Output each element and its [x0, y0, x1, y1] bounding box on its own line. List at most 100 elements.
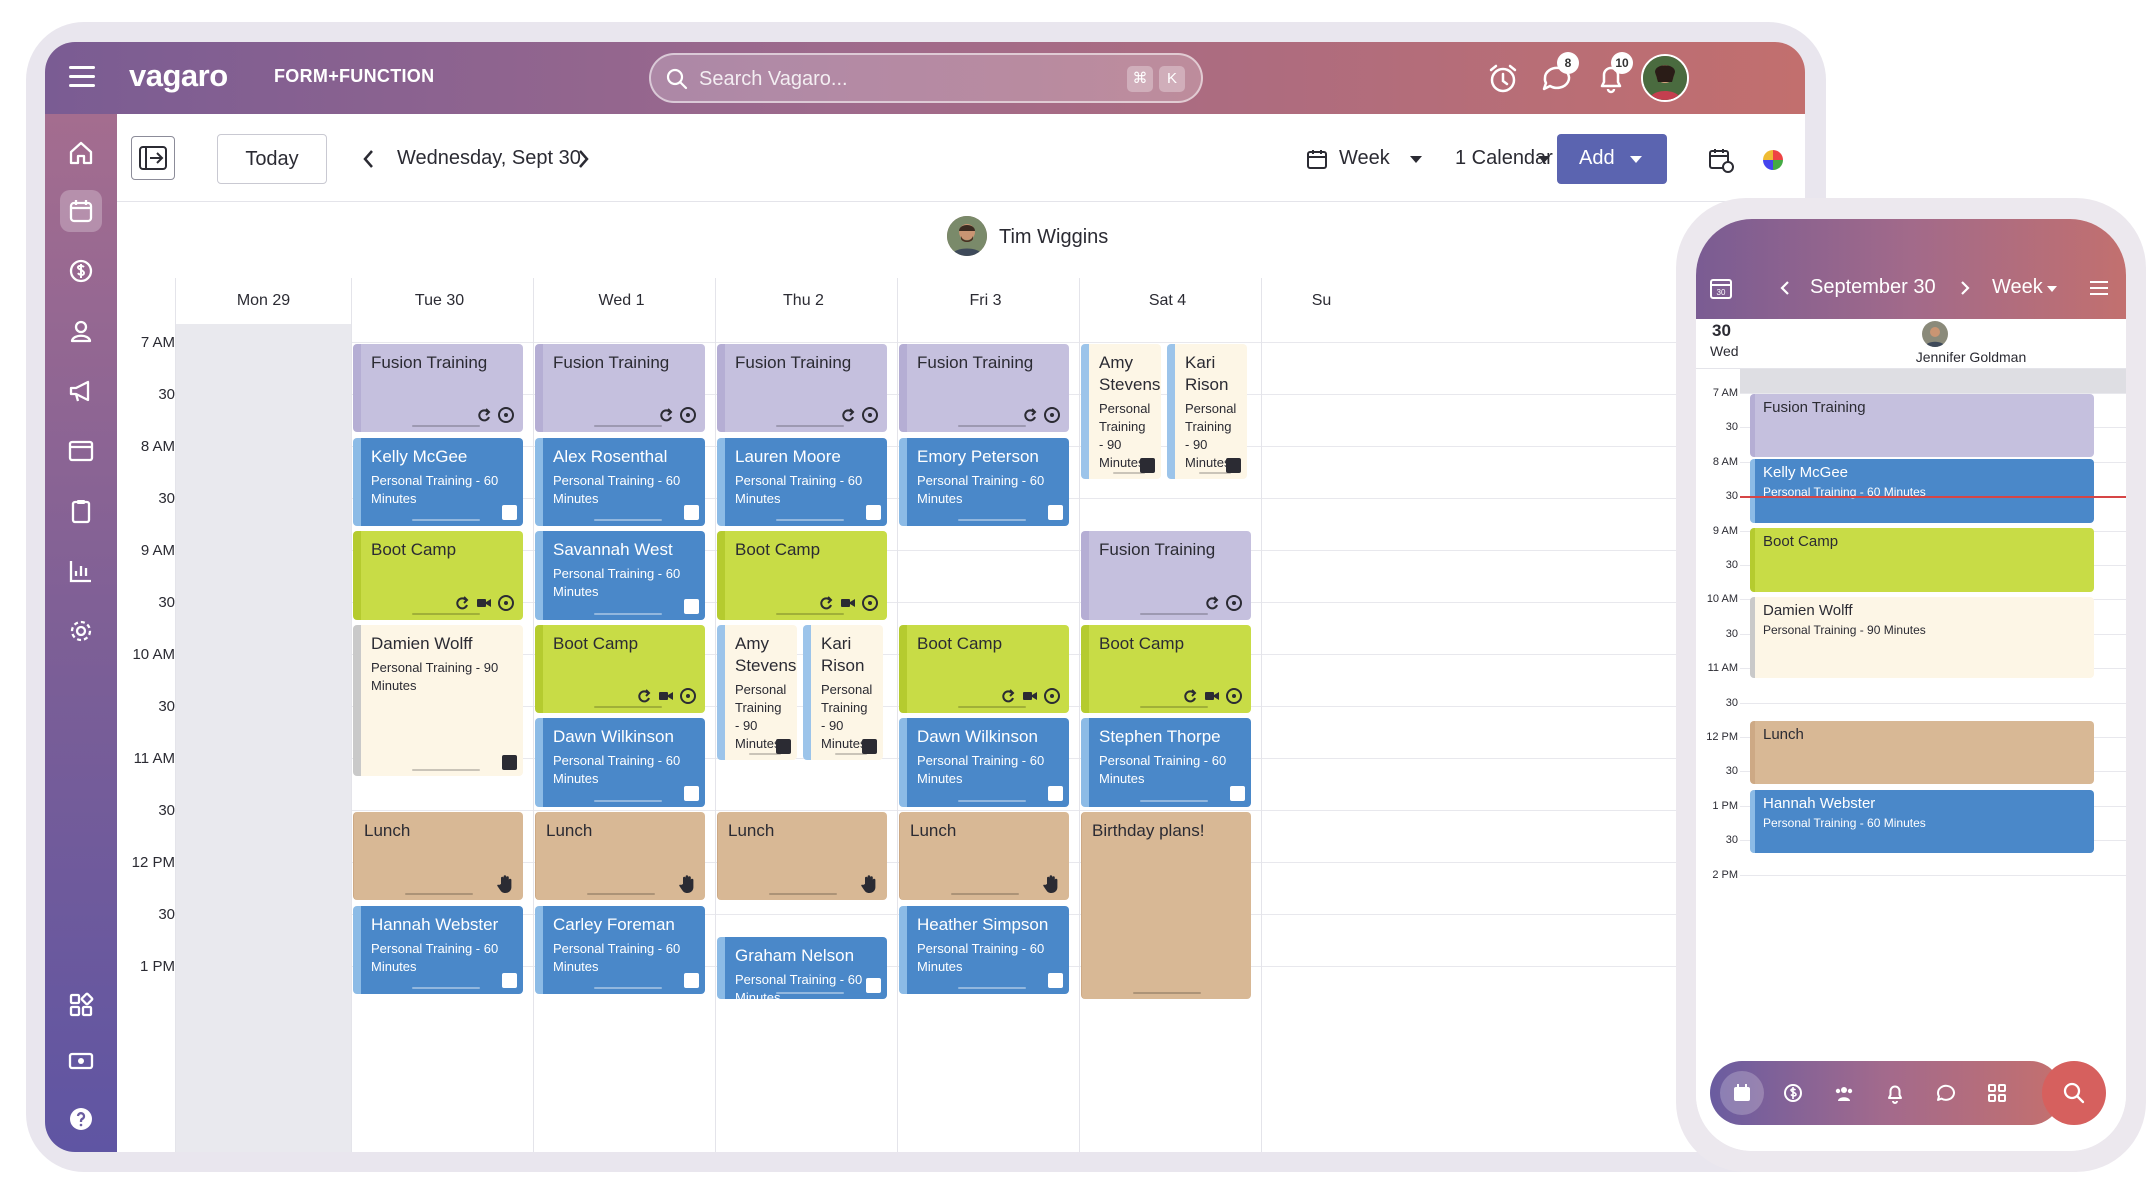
appointment-card[interactable]: Kelly McGee Personal Training - 60 Minute…	[1750, 459, 2094, 523]
note-icon[interactable]	[684, 785, 699, 801]
appointment-card[interactable]: Kelly McGee Personal Training - 60 Minute…	[353, 437, 523, 526]
appointment-card[interactable]: Dawn Wilkinson Personal Training - 60 Min…	[535, 718, 705, 807]
home-icon[interactable]	[60, 132, 102, 174]
appointment-card[interactable]: Lunch	[1750, 720, 2094, 785]
resize-handle[interactable]	[951, 893, 1019, 896]
appointment-card[interactable]: Amy Stevens Personal Training - 90 Minute…	[1081, 344, 1161, 480]
appointment-card[interactable]: Boot Camp	[899, 624, 1069, 714]
search-box[interactable]: ⌘ K	[649, 53, 1203, 103]
day-header[interactable]: Fri 3	[897, 278, 1073, 324]
resize-handle[interactable]	[769, 893, 837, 896]
color-wheel-icon[interactable]	[1761, 148, 1785, 172]
calendar-settings-icon[interactable]	[1707, 146, 1735, 174]
resize-handle[interactable]	[594, 799, 662, 802]
resize-handle[interactable]	[776, 518, 844, 521]
browser-icon[interactable]	[60, 430, 102, 472]
appointment-card[interactable]: Lunch	[535, 812, 705, 901]
chart-icon[interactable]	[60, 550, 102, 592]
help-icon[interactable]	[60, 1098, 102, 1140]
phone-view-select[interactable]: Week	[1992, 276, 2043, 299]
appointment-card[interactable]: Lunch	[899, 812, 1069, 901]
note-icon[interactable]	[502, 754, 517, 770]
appointment-card[interactable]: Amy Stevens Personal Training - 90 Minute…	[717, 624, 797, 760]
resize-handle[interactable]	[412, 768, 480, 771]
today-button[interactable]: Today	[217, 134, 327, 184]
resize-handle[interactable]	[1140, 706, 1208, 709]
day-column[interactable]	[1261, 324, 1381, 1152]
note-icon[interactable]	[776, 738, 791, 754]
appointment-card[interactable]: Kari Rison Personal Training - 90 Minutes	[803, 624, 883, 760]
resize-handle[interactable]	[958, 425, 1026, 428]
day-column[interactable]	[175, 324, 351, 1152]
resize-handle[interactable]	[405, 893, 473, 896]
chevron-down-icon[interactable]	[1409, 154, 1423, 164]
resize-handle[interactable]	[594, 425, 662, 428]
day-header[interactable]: Mon 29	[175, 278, 351, 324]
chevron-right-icon[interactable]	[573, 147, 593, 171]
appointment-card[interactable]: Hannah Webster Personal Training - 60 Min…	[1750, 789, 2094, 853]
appointment-card[interactable]: Fusion Training	[353, 344, 523, 433]
note-icon[interactable]	[684, 598, 699, 614]
appointment-card[interactable]: Lauren Moore Personal Training - 60 Minut…	[717, 437, 887, 526]
note-icon[interactable]	[1048, 972, 1063, 988]
chevron-right-icon[interactable]	[1958, 279, 1972, 297]
day-header[interactable]: Sat 4	[1079, 278, 1255, 324]
appointment-card[interactable]: Boot Camp	[535, 624, 705, 714]
appointment-card[interactable]: Fusion Training	[1750, 394, 2094, 458]
phone-nav-calendar[interactable]	[1720, 1071, 1764, 1115]
resize-handle[interactable]	[958, 986, 1026, 989]
clipboard-icon[interactable]	[60, 490, 102, 532]
appointment-card[interactable]: Boot Camp	[1750, 528, 2094, 592]
gear-icon[interactable]	[60, 610, 102, 652]
resize-handle[interactable]	[1140, 799, 1208, 802]
alarm-clock-icon[interactable]	[1485, 60, 1521, 96]
resize-handle[interactable]	[1133, 992, 1201, 995]
appointment-card[interactable]: Savannah West Personal Training - 60 Minu…	[535, 531, 705, 620]
chevron-left-icon[interactable]	[1778, 279, 1792, 297]
appointment-card[interactable]: Fusion Training	[1081, 531, 1251, 620]
note-icon[interactable]	[1048, 785, 1063, 801]
apps-icon[interactable]	[60, 984, 102, 1026]
resize-handle[interactable]	[958, 799, 1026, 802]
appointment-card[interactable]: Kari Rison Personal Training - 90 Minutes	[1167, 344, 1247, 480]
day-header[interactable]: Su	[1261, 278, 1381, 324]
user-avatar[interactable]	[1641, 54, 1689, 102]
resize-handle[interactable]	[776, 425, 844, 428]
appointment-card[interactable]: Lunch	[717, 812, 887, 901]
user-icon[interactable]	[60, 310, 102, 352]
chevron-down-icon[interactable]	[2046, 285, 2058, 293]
resize-handle[interactable]	[776, 612, 844, 615]
appointment-card[interactable]: Graham Nelson Personal Training - 60 Minu…	[717, 936, 887, 1000]
appointment-card[interactable]: Boot Camp	[1081, 624, 1251, 714]
phone-nav-dollar[interactable]	[1771, 1071, 1815, 1115]
resize-handle[interactable]	[412, 518, 480, 521]
resize-handle[interactable]	[776, 992, 844, 995]
appointment-card[interactable]: Boot Camp	[717, 531, 887, 620]
phone-nav-apps[interactable]	[1975, 1071, 2019, 1115]
appointment-card[interactable]: Damien Wolff Personal Training - 90 Minut…	[1750, 596, 2094, 678]
app-logo[interactable]: vagaro	[129, 58, 228, 94]
note-icon[interactable]	[502, 504, 517, 520]
note-icon[interactable]	[684, 504, 699, 520]
appointment-card[interactable]: Hannah Webster Personal Training - 60 Min…	[353, 905, 523, 994]
note-icon[interactable]	[1048, 504, 1063, 520]
day-header[interactable]: Wed 1	[533, 278, 709, 324]
resize-handle[interactable]	[958, 518, 1026, 521]
appointment-card[interactable]: Carley Foreman Personal Training - 60 Min…	[535, 905, 705, 994]
resize-handle[interactable]	[587, 893, 655, 896]
resize-handle[interactable]	[958, 706, 1026, 709]
add-button[interactable]: Add	[1557, 134, 1667, 184]
dollar-icon[interactable]	[60, 250, 102, 292]
toggle-panel-button[interactable]	[131, 136, 175, 180]
appointment-card[interactable]: Stephen Thorpe Personal Training - 60 Min…	[1081, 718, 1251, 807]
appointment-card[interactable]: Lunch	[353, 812, 523, 901]
resize-handle[interactable]	[594, 612, 662, 615]
day-header[interactable]: Thu 2	[715, 278, 891, 324]
note-icon[interactable]	[866, 504, 881, 520]
chevron-down-icon-2[interactable]	[1537, 154, 1551, 164]
note-icon[interactable]	[502, 972, 517, 988]
resize-handle[interactable]	[412, 425, 480, 428]
appointment-card[interactable]: Alex Rosenthal Personal Training - 60 Min…	[535, 437, 705, 526]
resize-handle[interactable]	[594, 518, 662, 521]
resize-handle[interactable]	[1140, 612, 1208, 615]
